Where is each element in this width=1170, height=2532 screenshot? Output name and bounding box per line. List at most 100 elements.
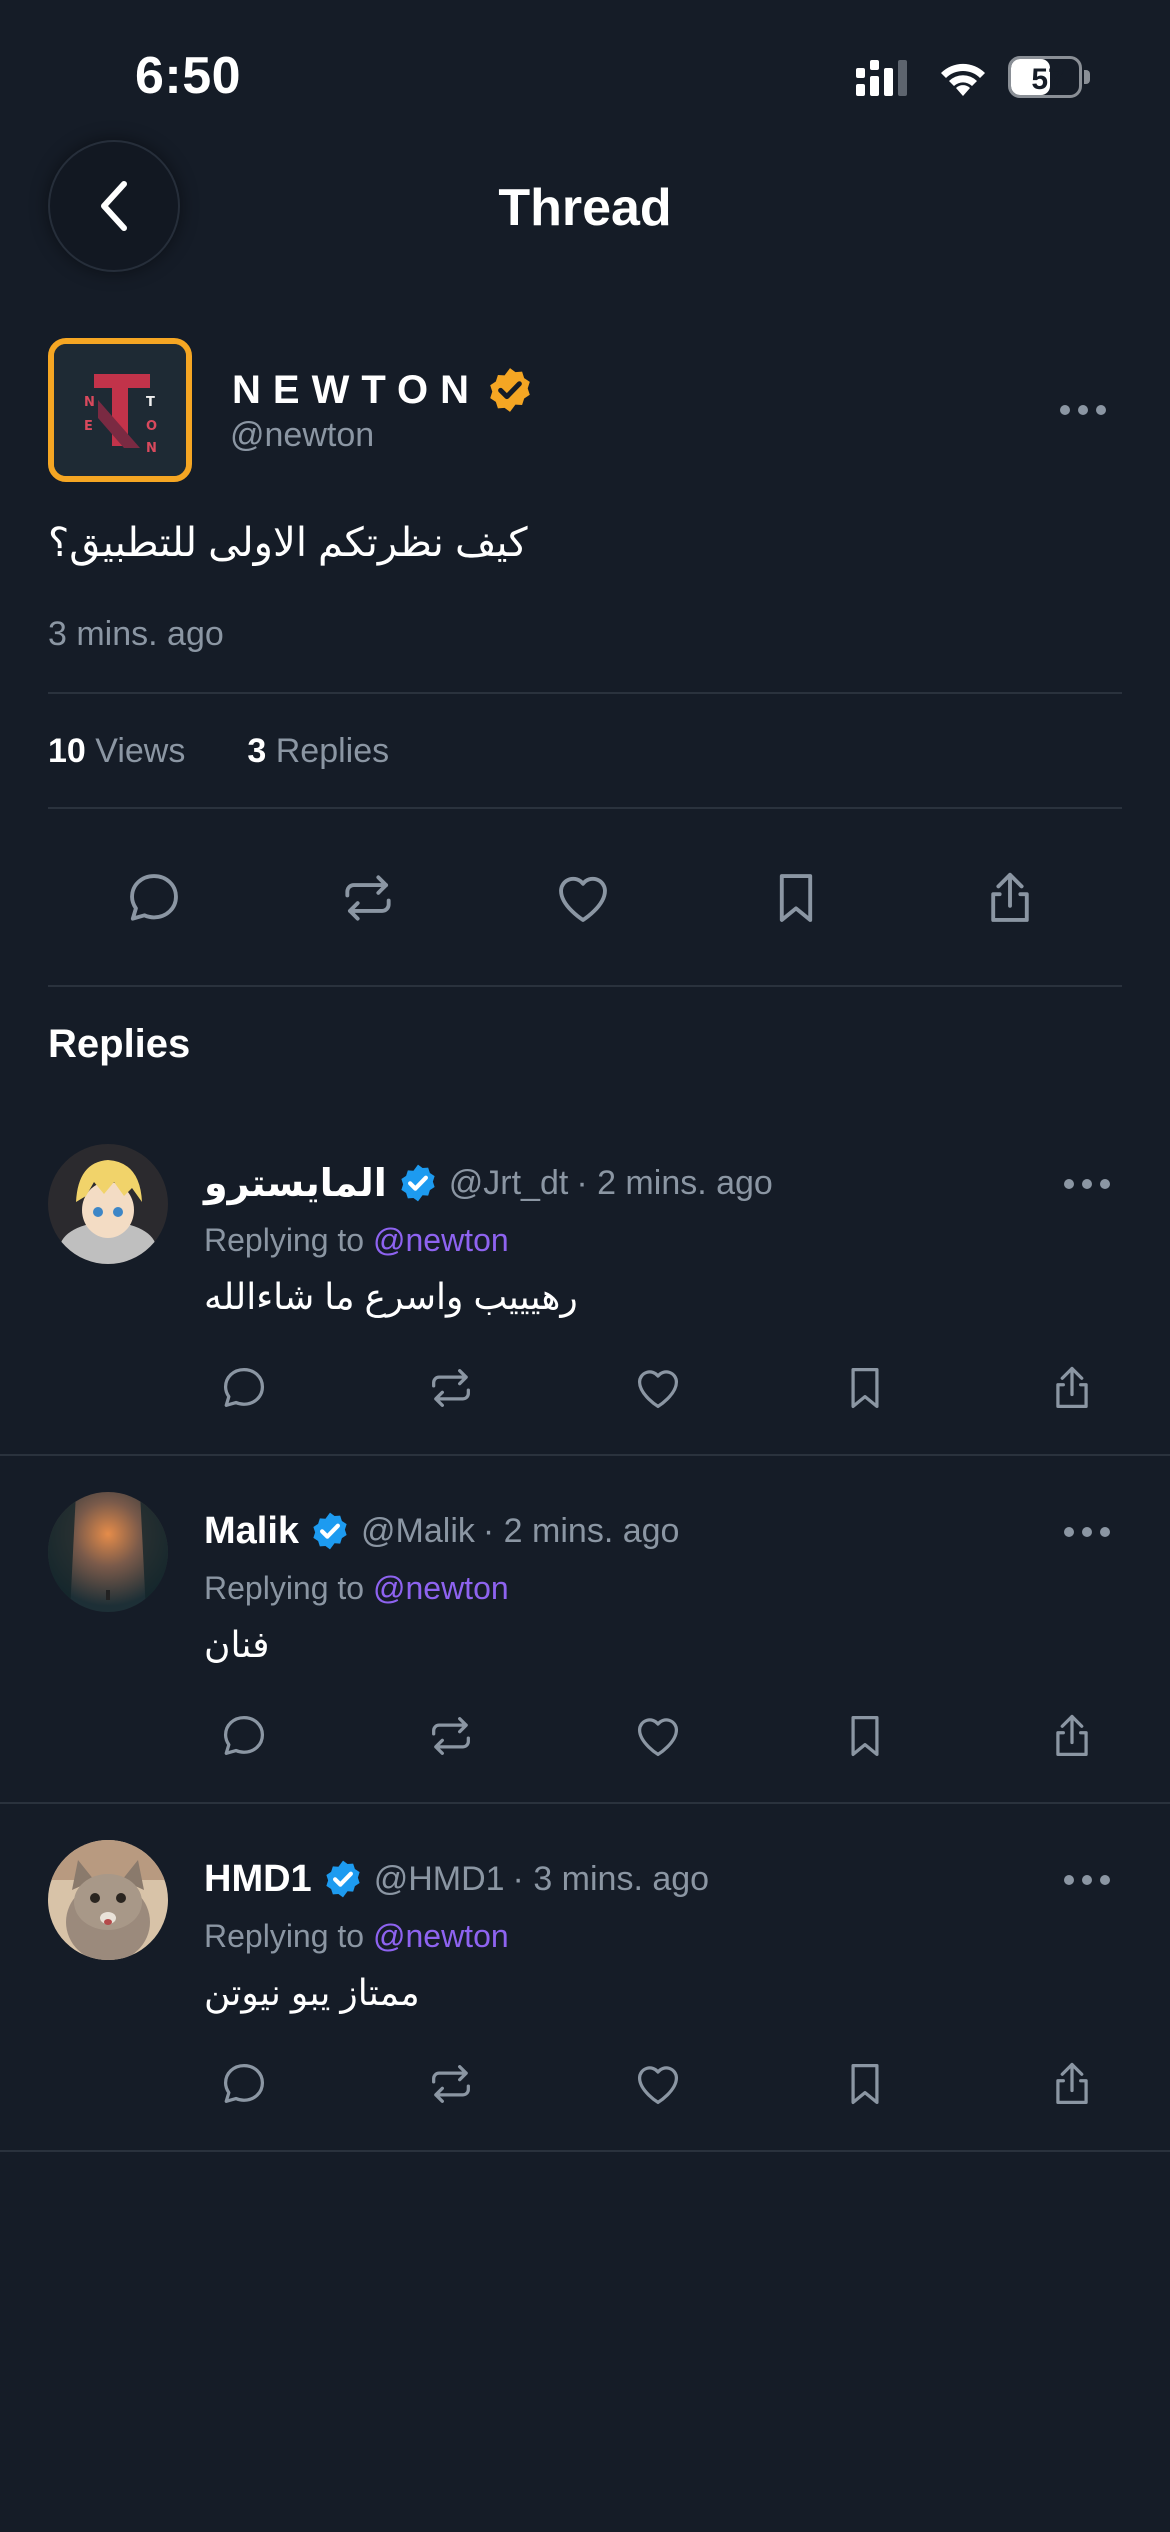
repost-icon: [432, 2065, 470, 2103]
repost-button[interactable]: [419, 1704, 483, 1768]
svg-text:N: N: [84, 395, 95, 410]
reply-timestamp: · 2 mins. ago: [576, 1163, 773, 1202]
post-avatar[interactable]: N T E O N: [48, 338, 192, 482]
share-icon: [1056, 2062, 1088, 2105]
repost-icon: [432, 1369, 470, 1407]
page-title: Thread: [498, 179, 672, 237]
reply-timestamp: · 3 mins. ago: [512, 1859, 710, 1898]
verified-badge-icon: [313, 1512, 347, 1550]
bookmark-icon: [851, 1367, 879, 1409]
mention-link[interactable]: @newton: [373, 1222, 509, 1258]
bookmark-button[interactable]: [756, 850, 836, 946]
more-options-icon[interactable]: [1062, 1525, 1112, 1539]
svg-text:T: T: [146, 395, 155, 410]
svg-text:N: N: [146, 441, 157, 456]
mention-link[interactable]: @newton: [373, 1570, 509, 1606]
reply-handle: @Malik: [361, 1511, 475, 1550]
replies-stat[interactable]: 3 Replies: [247, 732, 389, 771]
post-stats: 10 Views 3 Replies: [48, 732, 451, 771]
share-icon: [991, 872, 1029, 922]
share-button[interactable]: [1040, 1356, 1104, 1420]
reply-actions: [204, 2052, 1104, 2116]
reply-handle: @HMD1: [373, 1859, 505, 1898]
reply-timestamp: · 2 mins. ago: [482, 1511, 680, 1550]
reply-text: ممتاز يبو نيوتن: [204, 1972, 420, 2013]
post-author[interactable]: NEWTON: [232, 362, 535, 418]
like-button[interactable]: [626, 1704, 690, 1768]
share-icon: [1056, 1714, 1088, 1757]
cellular-signal-icon: [856, 60, 907, 96]
status-bar: 6:50 57: [0, 0, 1170, 150]
thread-screen: 6:50 57 Thread N T E O N NEWTON @newton …: [0, 0, 1170, 2532]
svg-text:E: E: [84, 419, 93, 434]
reply-author-name[interactable]: المايسترو: [204, 1161, 387, 1206]
like-button[interactable]: [626, 2052, 690, 2116]
verified-badge-icon: [326, 1860, 360, 1898]
divider: [48, 692, 1122, 694]
replies-heading: Replies: [48, 1022, 191, 1066]
avatar[interactable]: [48, 1492, 168, 1612]
comment-icon: [223, 2063, 265, 2103]
reply-item[interactable]: HMD1 @HMD1 · 3 mins. ago Replying to @ne…: [0, 1840, 1170, 2188]
verified-badge-icon: [490, 368, 530, 412]
reply-text: رهيييب واسرع ما شاءالله: [204, 1276, 578, 1317]
divider: [0, 1802, 1170, 1804]
reply-header: المايسترو @Jrt_dt · 2 mins. ago: [204, 1158, 773, 1208]
more-options-icon[interactable]: [1058, 403, 1108, 417]
views-stat[interactable]: 10 Views: [48, 732, 185, 771]
post-author-handle: @newton: [230, 416, 375, 454]
share-button[interactable]: [1040, 2052, 1104, 2116]
like-button[interactable]: [626, 1356, 690, 1420]
share-icon: [1056, 1366, 1088, 1409]
comment-icon: [223, 1715, 265, 1755]
bookmark-button[interactable]: [833, 1704, 897, 1768]
verified-badge-icon: [401, 1164, 435, 1202]
divider: [48, 985, 1122, 987]
reply-item[interactable]: Malik @Malik · 2 mins. ago Replying to @…: [0, 1492, 1170, 1840]
repost-button[interactable]: [419, 2052, 483, 2116]
divider: [48, 807, 1122, 809]
more-options-icon[interactable]: [1062, 1873, 1112, 1887]
share-button[interactable]: [1040, 1704, 1104, 1768]
avatar[interactable]: [48, 1144, 168, 1264]
repost-button[interactable]: [419, 1356, 483, 1420]
share-button[interactable]: [970, 850, 1050, 946]
battery-indicator: 57: [1008, 56, 1090, 98]
mention-link[interactable]: @newton: [373, 1918, 509, 1954]
reply-button[interactable]: [114, 850, 194, 946]
reply-button[interactable]: [212, 2052, 276, 2116]
divider: [0, 2150, 1170, 2152]
reply-button[interactable]: [212, 1356, 276, 1420]
reply-author-name[interactable]: Malik: [204, 1510, 299, 1553]
reply-header: Malik @Malik · 2 mins. ago: [204, 1506, 679, 1556]
repost-icon: [345, 875, 391, 921]
repost-icon: [432, 1717, 470, 1755]
bookmark-icon: [851, 2063, 879, 2105]
heart-icon: [637, 1718, 679, 1757]
svg-text:O: O: [146, 419, 157, 434]
reply-text: فنان: [204, 1624, 270, 1665]
heart-icon: [559, 876, 607, 922]
heart-icon: [637, 2066, 679, 2105]
post-text: كيف نظرتكم الاولى للتطبيق؟: [48, 521, 528, 565]
reply-button[interactable]: [212, 1704, 276, 1768]
bookmark-button[interactable]: [833, 1356, 897, 1420]
reply-item[interactable]: المايسترو @Jrt_dt · 2 mins. ago Replying…: [0, 1144, 1170, 1492]
reply-actions: [204, 1704, 1104, 1768]
reply-handle: @Jrt_dt: [448, 1163, 569, 1202]
repost-button[interactable]: [328, 850, 408, 946]
reply-author-name[interactable]: HMD1: [204, 1858, 312, 1901]
bookmark-icon: [779, 874, 813, 922]
status-time: 6:50: [135, 47, 242, 105]
like-button[interactable]: [543, 850, 623, 946]
newton-logo-icon: N T E O N: [54, 344, 186, 476]
avatar[interactable]: [48, 1840, 168, 1960]
more-options-icon[interactable]: [1062, 1177, 1112, 1191]
bookmark-button[interactable]: [833, 2052, 897, 2116]
post-timestamp: 3 mins. ago: [48, 615, 224, 653]
bookmark-icon: [851, 1715, 879, 1757]
heart-icon: [637, 1370, 679, 1409]
replying-to: Replying to @newton: [204, 1918, 509, 1954]
comment-icon: [223, 1367, 265, 1407]
replying-to: Replying to @newton: [204, 1570, 509, 1606]
